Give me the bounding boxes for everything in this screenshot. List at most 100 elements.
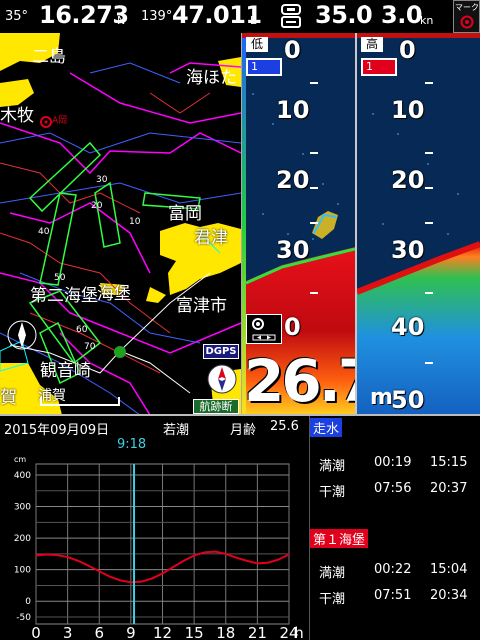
- depth-scale-label: 50: [391, 386, 425, 414]
- sonar-high-frequency[interactable]: 高 1 0 10 20 30 40 50 m: [357, 33, 480, 415]
- y-tick-label: 200: [14, 534, 31, 544]
- tide-point: [77, 560, 79, 562]
- low-tide-time: 20:37: [430, 481, 468, 496]
- high-tide-time: 15:15: [430, 455, 468, 470]
- tide-point: [35, 554, 37, 557]
- place-label: 二島: [32, 47, 66, 67]
- depth-number: 70: [84, 342, 96, 352]
- mark-button[interactable]: マーク: [453, 0, 480, 33]
- depth-scale-label: 20: [391, 166, 425, 194]
- low-tide-label: 干潮: [319, 592, 346, 607]
- tide-point: [161, 572, 164, 575]
- speed-value: 3.0: [381, 1, 423, 29]
- low-tide-label: 干潮: [319, 485, 346, 500]
- depth-scale-label: 40: [391, 313, 425, 341]
- tide-point: [214, 550, 217, 553]
- place-label: 海ほた: [186, 68, 237, 88]
- shift-button[interactable]: [246, 314, 282, 344]
- tide-point: [203, 551, 206, 554]
- tide-point: [224, 553, 227, 555]
- tide-point: [108, 575, 111, 578]
- x-tick-label: 3: [63, 624, 73, 640]
- current-depth-value: 26.7: [244, 347, 355, 415]
- place-label: 第二海堡: [30, 286, 98, 306]
- sonar-echo-image-high: [357, 33, 480, 415]
- gps-heading-icon: [281, 4, 301, 28]
- station-2-name[interactable]: 第１海堡: [310, 529, 369, 548]
- tide-graph-panel[interactable]: 2015年09月09日 若潮 月齢 25.6 9:18 cm 400 300 200…: [0, 416, 309, 640]
- own-ship-icon: [114, 346, 126, 358]
- tide-chart: 4003002001000-500 3 6 9 12 15 18 21 24h: [14, 463, 304, 640]
- depth-unit: m: [370, 385, 393, 410]
- place-label: 木牧: [0, 106, 34, 126]
- speed-unit: kn: [420, 14, 434, 27]
- tide-point: [140, 580, 143, 583]
- low-gain-value: 1: [248, 60, 280, 74]
- depth-number: 50: [54, 273, 66, 283]
- place-label: 海堡: [97, 284, 131, 304]
- depth-number: 10: [129, 217, 141, 227]
- place-label: 君津: [194, 228, 228, 248]
- high-tide-label: 満潮: [319, 459, 346, 474]
- low-tide-time: 07:51: [374, 588, 412, 603]
- tide-point: [288, 553, 290, 556]
- compass-rose-icon: [7, 320, 37, 350]
- x-tick-label: 9: [126, 624, 136, 640]
- tide-point: [193, 554, 195, 557]
- x-tick-label: 15: [185, 624, 204, 640]
- longitude-minutes: 47.011: [172, 1, 262, 29]
- x-tick-label: 12: [153, 624, 172, 640]
- tide-point: [267, 561, 269, 564]
- tide-point: [66, 556, 69, 558]
- tide-point: [256, 562, 259, 565]
- chart-plotter[interactable]: 二島 海ほた 木牧 富岡 君津 第二海堡 海堡 富津市 観音崎 賀 浦賀 30 …: [0, 33, 241, 415]
- mark-label: マーク: [455, 3, 479, 12]
- tide-point: [246, 560, 248, 562]
- place-label: 賀: [0, 388, 17, 408]
- x-tick-label: 6: [94, 624, 104, 640]
- dgps-badge: DGPS: [203, 344, 239, 359]
- x-tick-label: 0: [31, 624, 41, 640]
- station-1-name[interactable]: 走水: [310, 418, 343, 437]
- depth-scale-label: 0: [399, 36, 416, 64]
- depth-number: 30: [96, 175, 108, 185]
- high-gain-box[interactable]: 1: [361, 58, 397, 76]
- sonar-low-frequency[interactable]: 低 1 0 10 20 30 0 26.7: [242, 33, 355, 415]
- depth-scale-label: 0: [284, 313, 301, 341]
- tide-point: [235, 556, 238, 559]
- depth-scale-label: 10: [391, 96, 425, 124]
- tide-point: [87, 565, 90, 567]
- y-tick-label: 0: [25, 597, 31, 607]
- low-gain-box[interactable]: 1: [246, 58, 282, 76]
- y-tick-label: 300: [14, 503, 31, 513]
- high-freq-label: 高: [361, 37, 383, 52]
- depth-scale-label: 0: [284, 36, 301, 64]
- depth-number: 20: [91, 201, 103, 211]
- waypoint-icon: [40, 116, 52, 128]
- waypoint-marker[interactable]: A岡: [40, 113, 67, 132]
- high-tide-time: 00:19: [374, 455, 412, 470]
- mark-target-icon: [460, 15, 474, 29]
- depth-scale-label: 10: [276, 96, 310, 124]
- place-label: 観音崎: [40, 361, 91, 381]
- tide-point: [172, 566, 174, 568]
- latitude-hemisphere: N: [117, 14, 126, 27]
- high-gain-value: 1: [363, 60, 395, 74]
- heading-unit: °: [362, 3, 368, 16]
- tide-point: [119, 579, 122, 582]
- depth-scale-label: 30: [276, 236, 310, 264]
- tide-point: [56, 554, 58, 556]
- longitude-degrees: 139°: [141, 9, 173, 24]
- status-bar: 35° 16.273 N 139° 47.011 E 35.0 ° 3.0 kn…: [0, 0, 480, 34]
- latitude-minutes: 16.273: [39, 1, 129, 29]
- tide-point: [151, 577, 153, 580]
- track-break-button[interactable]: 航跡断: [193, 399, 239, 414]
- tide-point: [182, 560, 185, 562]
- low-tide-time: 20:34: [430, 588, 468, 603]
- high-tide-label: 満潮: [319, 566, 346, 581]
- depth-scale-label: 30: [391, 236, 425, 264]
- x-axis-unit: h: [294, 624, 304, 640]
- north-up-compass-icon[interactable]: [206, 363, 238, 395]
- longitude-hemisphere: E: [250, 14, 257, 27]
- shift-icon: [252, 318, 276, 341]
